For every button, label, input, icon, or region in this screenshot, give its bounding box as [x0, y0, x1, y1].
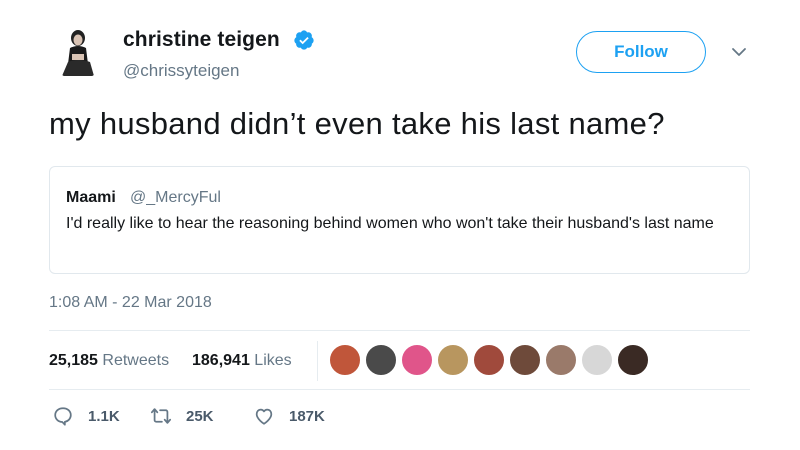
liker-avatar[interactable] — [401, 344, 433, 376]
liker-avatar[interactable] — [509, 344, 541, 376]
retweet-button[interactable]: 25K — [150, 400, 214, 432]
likes-count: 186,941 — [192, 352, 250, 369]
retweets-stat[interactable]: 25,185 Retweets — [49, 352, 169, 370]
heart-icon — [255, 408, 273, 425]
liker-avatar[interactable] — [545, 344, 577, 376]
author-name[interactable]: christine teigen — [123, 28, 280, 52]
liker-avatar[interactable] — [581, 344, 613, 376]
follow-button[interactable]: Follow — [576, 31, 706, 73]
quoted-tweet-card[interactable]: Maami @_MercyFul I'd really like to hear… — [49, 166, 750, 274]
retweet-count: 25K — [186, 407, 214, 425]
likes-label: Likes — [254, 352, 292, 369]
tweet-timestamp[interactable]: 1:08 AM - 22 Mar 2018 — [49, 294, 212, 312]
quoted-tweet-author-handle: @_MercyFul — [130, 189, 221, 206]
divider — [49, 330, 750, 331]
like-count: 187K — [289, 407, 325, 425]
quoted-tweet-text: I'd really like to hear the reasoning be… — [66, 215, 714, 232]
liker-avatar[interactable] — [365, 344, 397, 376]
follow-button-label: Follow — [614, 42, 668, 61]
reply-button[interactable]: 1.1K — [52, 400, 120, 432]
divider — [49, 389, 750, 390]
author-handle[interactable]: @chrissyteigen — [123, 61, 239, 81]
liker-avatar[interactable] — [617, 344, 649, 376]
like-button[interactable]: 187K — [253, 400, 325, 432]
liker-avatar[interactable] — [437, 344, 469, 376]
quoted-tweet-author-name: Maami — [66, 189, 116, 206]
chevron-down-icon[interactable] — [731, 46, 747, 58]
stats-separator — [317, 341, 318, 381]
reply-icon — [54, 407, 72, 426]
author-avatar[interactable] — [50, 24, 106, 80]
verified-badge-icon — [294, 30, 314, 50]
liker-avatar[interactable] — [473, 344, 505, 376]
retweets-count: 25,185 — [49, 352, 98, 369]
liker-avatar[interactable] — [329, 344, 361, 376]
tweet-text: my husband didn’t even take his last nam… — [49, 106, 665, 141]
retweets-label: Retweets — [102, 352, 170, 369]
retweet-icon — [150, 408, 172, 424]
likes-stat[interactable]: 186,941 Likes — [192, 352, 292, 370]
reply-count: 1.1K — [88, 407, 120, 425]
